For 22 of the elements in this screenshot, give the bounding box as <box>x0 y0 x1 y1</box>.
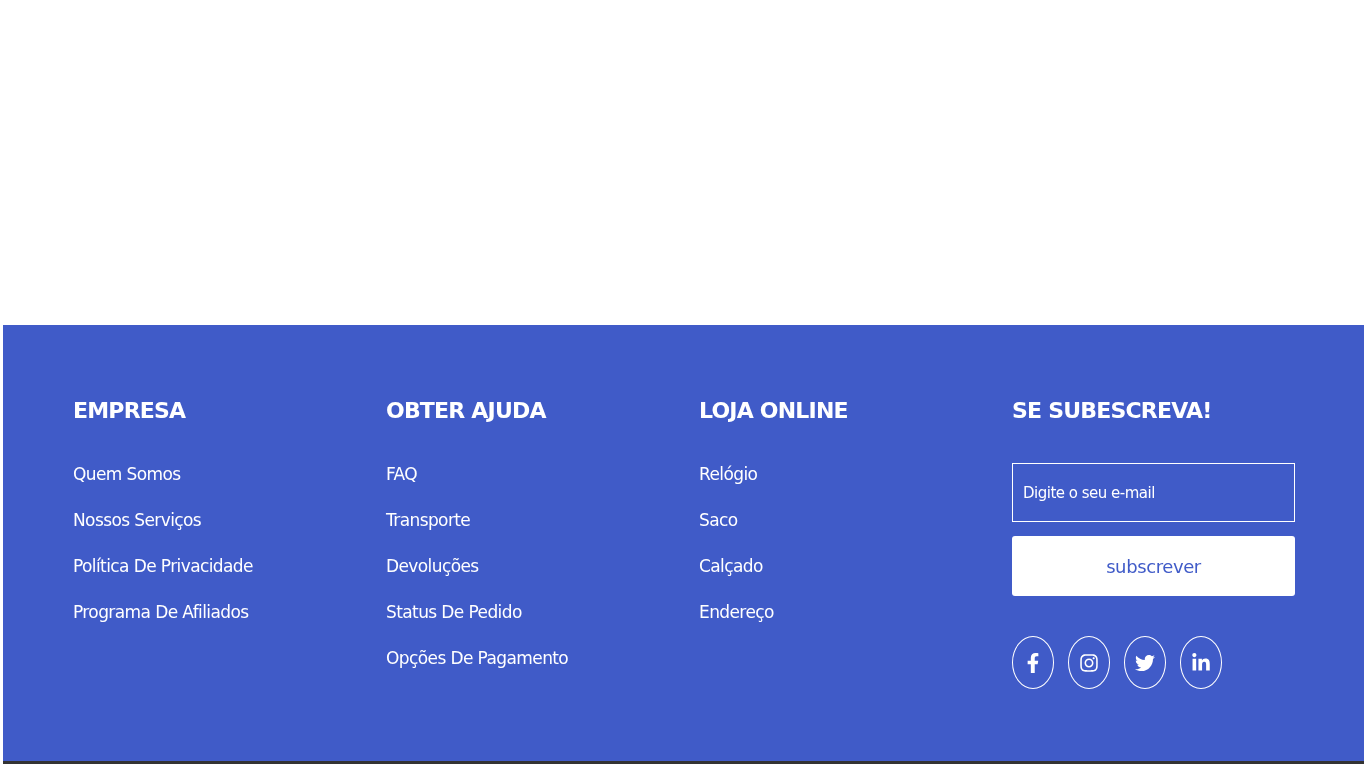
instagram-icon <box>1079 652 1099 673</box>
subscribe-button[interactable]: subscrever <box>1012 536 1295 596</box>
linkedin-icon <box>1191 652 1211 673</box>
footer-link[interactable]: Nossos Serviços <box>73 509 202 531</box>
column-heading: EMPRESA <box>73 397 187 425</box>
footer-link[interactable]: FAQ <box>386 463 418 485</box>
footer-link[interactable]: Calçado <box>699 555 763 577</box>
email-input-field[interactable]: Digite o seu e-mail <box>1012 463 1295 522</box>
column-heading: OBTER AJUDA <box>386 397 548 425</box>
footer-link[interactable]: Devoluções <box>386 555 479 577</box>
footer-link[interactable]: Relógio <box>699 463 758 485</box>
footer-link[interactable]: Status De Pedido <box>386 601 522 623</box>
footer-link[interactable]: Programa De Afiliados <box>73 601 249 623</box>
footer-link[interactable]: Transporte <box>386 509 471 531</box>
column-heading: LOJA ONLINE <box>699 397 849 425</box>
footer-link[interactable]: Política De Privacidade <box>73 555 253 577</box>
footer-link[interactable]: Opções De Pagamento <box>386 647 569 669</box>
footer-link[interactable]: Saco <box>699 509 738 531</box>
footer-link[interactable]: Quem Somos <box>73 463 181 485</box>
subscribe-heading: SE SUBESCREVA! <box>1012 397 1213 425</box>
twitter-icon <box>1135 652 1155 673</box>
footer-link[interactable]: Endereço <box>699 601 774 623</box>
